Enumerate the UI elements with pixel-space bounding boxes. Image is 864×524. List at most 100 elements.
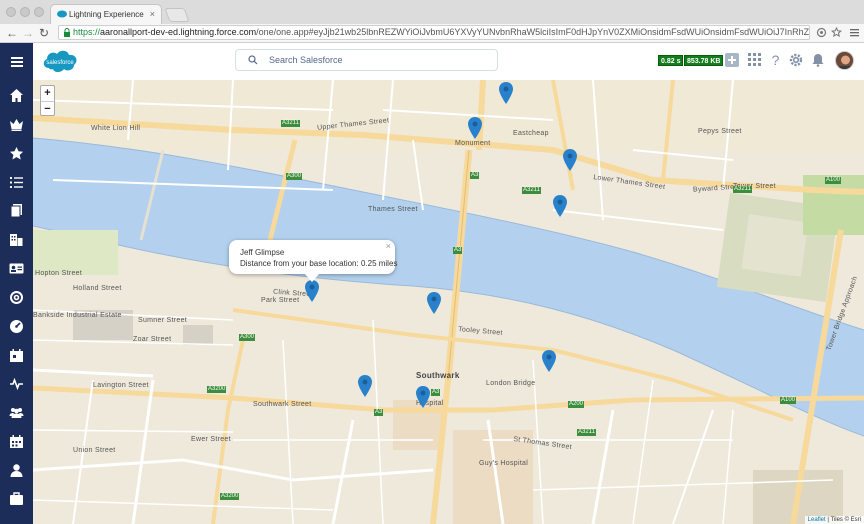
setup-gear-icon[interactable] — [789, 53, 803, 67]
map-marker-icon[interactable] — [305, 280, 319, 302]
tasks-list-icon[interactable] — [9, 175, 24, 190]
zoom-control: + − — [40, 85, 55, 116]
map-street-label: Sumner Street — [138, 317, 188, 324]
lock-icon — [64, 28, 70, 37]
cases-briefcase-icon[interactable] — [9, 491, 24, 506]
campaigns-target-icon[interactable] — [9, 290, 24, 305]
hamburger-icon-line — [11, 61, 23, 63]
user-photo-icon — [836, 52, 853, 69]
reload-icon[interactable]: ↻ — [39, 25, 49, 41]
map-street-label: Bankside Industrial Estate — [33, 312, 122, 319]
back-arrow-icon[interactable]: ← — [6, 25, 18, 41]
calendar-icon[interactable] — [9, 434, 24, 449]
perf-time-badge: 0.82 s — [658, 55, 684, 66]
global-actions-plus-icon[interactable] — [725, 53, 739, 67]
map-area-label: Southwark — [416, 371, 460, 380]
road-shield: A3211 — [522, 187, 541, 194]
road-shield: A3200 — [207, 386, 227, 393]
map-street-label: White Lion Hill — [91, 125, 141, 132]
new-tab-button[interactable] — [164, 8, 190, 22]
map-marker-icon[interactable] — [468, 117, 482, 139]
dashboards-gauge-icon[interactable] — [9, 319, 24, 334]
road-shield: A100 — [780, 397, 797, 404]
browser-tab[interactable]: Lightning Experience × — [50, 4, 162, 24]
road-shield: A100 — [825, 177, 842, 184]
people-person-icon[interactable] — [9, 463, 24, 478]
window-minimize-button[interactable] — [20, 7, 30, 17]
app-launcher-grid-icon[interactable] — [748, 53, 761, 66]
road-shield: A300 — [239, 334, 256, 341]
browser-menu-icon[interactable] — [849, 27, 860, 38]
opportunities-crown-icon[interactable] — [9, 117, 24, 132]
files-icon[interactable] — [9, 203, 24, 218]
road-shield: A3 — [431, 389, 441, 396]
accounts-building-icon[interactable] — [9, 232, 24, 247]
search-icon — [248, 55, 258, 65]
global-search-input[interactable]: Search Salesforce — [235, 49, 498, 71]
left-navigation-bar — [0, 80, 33, 524]
url-path: /one/one.app#eyJjb21wb25lbnREZWYiOiJvbmU… — [256, 27, 810, 37]
zoom-out-button[interactable]: − — [41, 102, 54, 117]
marker-popup: Jeff Glimpse Distance from your base loc… — [229, 240, 398, 282]
groups-people-icon[interactable] — [9, 405, 24, 420]
address-bar[interactable]: https://aaronallport-dev-ed.lightning.fo… — [58, 25, 810, 40]
popup-distance-text: Distance from your base location: 0.25 m… — [240, 259, 398, 268]
road-shield: A3 — [453, 247, 463, 254]
reports-pulse-icon[interactable] — [9, 376, 24, 391]
map-marker-icon[interactable] — [499, 82, 513, 104]
map-street-label: Monument — [455, 140, 491, 147]
map-view[interactable]: White Lion Hill Upper Thames Street Tham… — [33, 80, 864, 524]
app-menu-button[interactable] — [0, 43, 33, 80]
tab-title: Lightning Experience — [69, 10, 144, 19]
user-avatar[interactable] — [835, 51, 854, 70]
location-target-icon[interactable] — [816, 27, 827, 38]
map-street-label: Eastcheap — [513, 130, 549, 137]
notifications-bell-icon[interactable] — [812, 53, 824, 67]
road-shield: A3211 — [733, 186, 752, 193]
map-street-label: Zoar Street — [133, 336, 172, 343]
salesforce-favicon-icon — [57, 10, 67, 18]
tab-close-icon[interactable]: × — [150, 9, 155, 19]
forward-arrow-icon[interactable]: → — [22, 25, 34, 41]
map-street-label: Southwark Street — [253, 401, 312, 408]
window-zoom-button[interactable] — [34, 7, 44, 17]
contacts-card-icon[interactable] — [9, 261, 24, 276]
hamburger-icon — [11, 57, 23, 59]
logo-text: salesforce — [46, 60, 74, 66]
map-marker-icon[interactable] — [542, 350, 556, 372]
calendar-event-icon[interactable] — [9, 348, 24, 363]
map-street-label: Guy's Hospital — [479, 460, 529, 467]
popup-close-icon[interactable]: × — [386, 241, 391, 251]
leaflet-link[interactable]: Leaflet — [808, 517, 826, 523]
leads-star-icon[interactable] — [9, 146, 24, 161]
map-marker-icon[interactable] — [553, 195, 567, 217]
url-text: https://aaronallport-dev-ed.lightning.fo… — [73, 26, 810, 39]
map-street-label: Park Street — [261, 297, 300, 304]
map-base-layer — [33, 80, 864, 524]
map-street-label: Lavington Street — [93, 382, 149, 389]
help-question-icon[interactable]: ? — [770, 53, 781, 67]
map-street-label: London Bridge — [486, 380, 536, 387]
road-shield: A300 — [286, 173, 303, 180]
popup-tip — [305, 274, 319, 282]
search-placeholder: Search Salesforce — [269, 55, 343, 65]
map-attribution: Leaflet | Tiles © Esri — [804, 516, 864, 524]
map-marker-icon[interactable] — [563, 149, 577, 171]
bookmark-star-icon[interactable] — [831, 27, 842, 38]
browser-tab-strip: Lightning Experience × — [0, 0, 864, 25]
popup-contact-name: Jeff Glimpse — [240, 248, 285, 257]
salesforce-logo[interactable]: salesforce — [41, 48, 79, 74]
home-icon[interactable] — [9, 88, 24, 103]
tiles-attribution: | Tiles © Esri — [825, 517, 861, 523]
salesforce-global-header: salesforce Search Salesforce 0.82 s 853.… — [0, 43, 864, 81]
map-marker-icon[interactable] — [427, 292, 441, 314]
map-marker-icon[interactable] — [416, 386, 430, 408]
url-host: aaronallport-dev-ed.lightning.force.com — [100, 27, 257, 37]
map-marker-icon[interactable] — [358, 375, 372, 397]
road-shield: A3200 — [220, 493, 240, 500]
browser-toolbar: ← → ↻ https://aaronallport-dev-ed.lightn… — [0, 24, 864, 43]
perf-size-badge: 853.78 KB — [684, 55, 724, 66]
window-close-button[interactable] — [6, 7, 16, 17]
zoom-in-button[interactable]: + — [41, 86, 54, 102]
hamburger-icon-line — [11, 65, 23, 67]
